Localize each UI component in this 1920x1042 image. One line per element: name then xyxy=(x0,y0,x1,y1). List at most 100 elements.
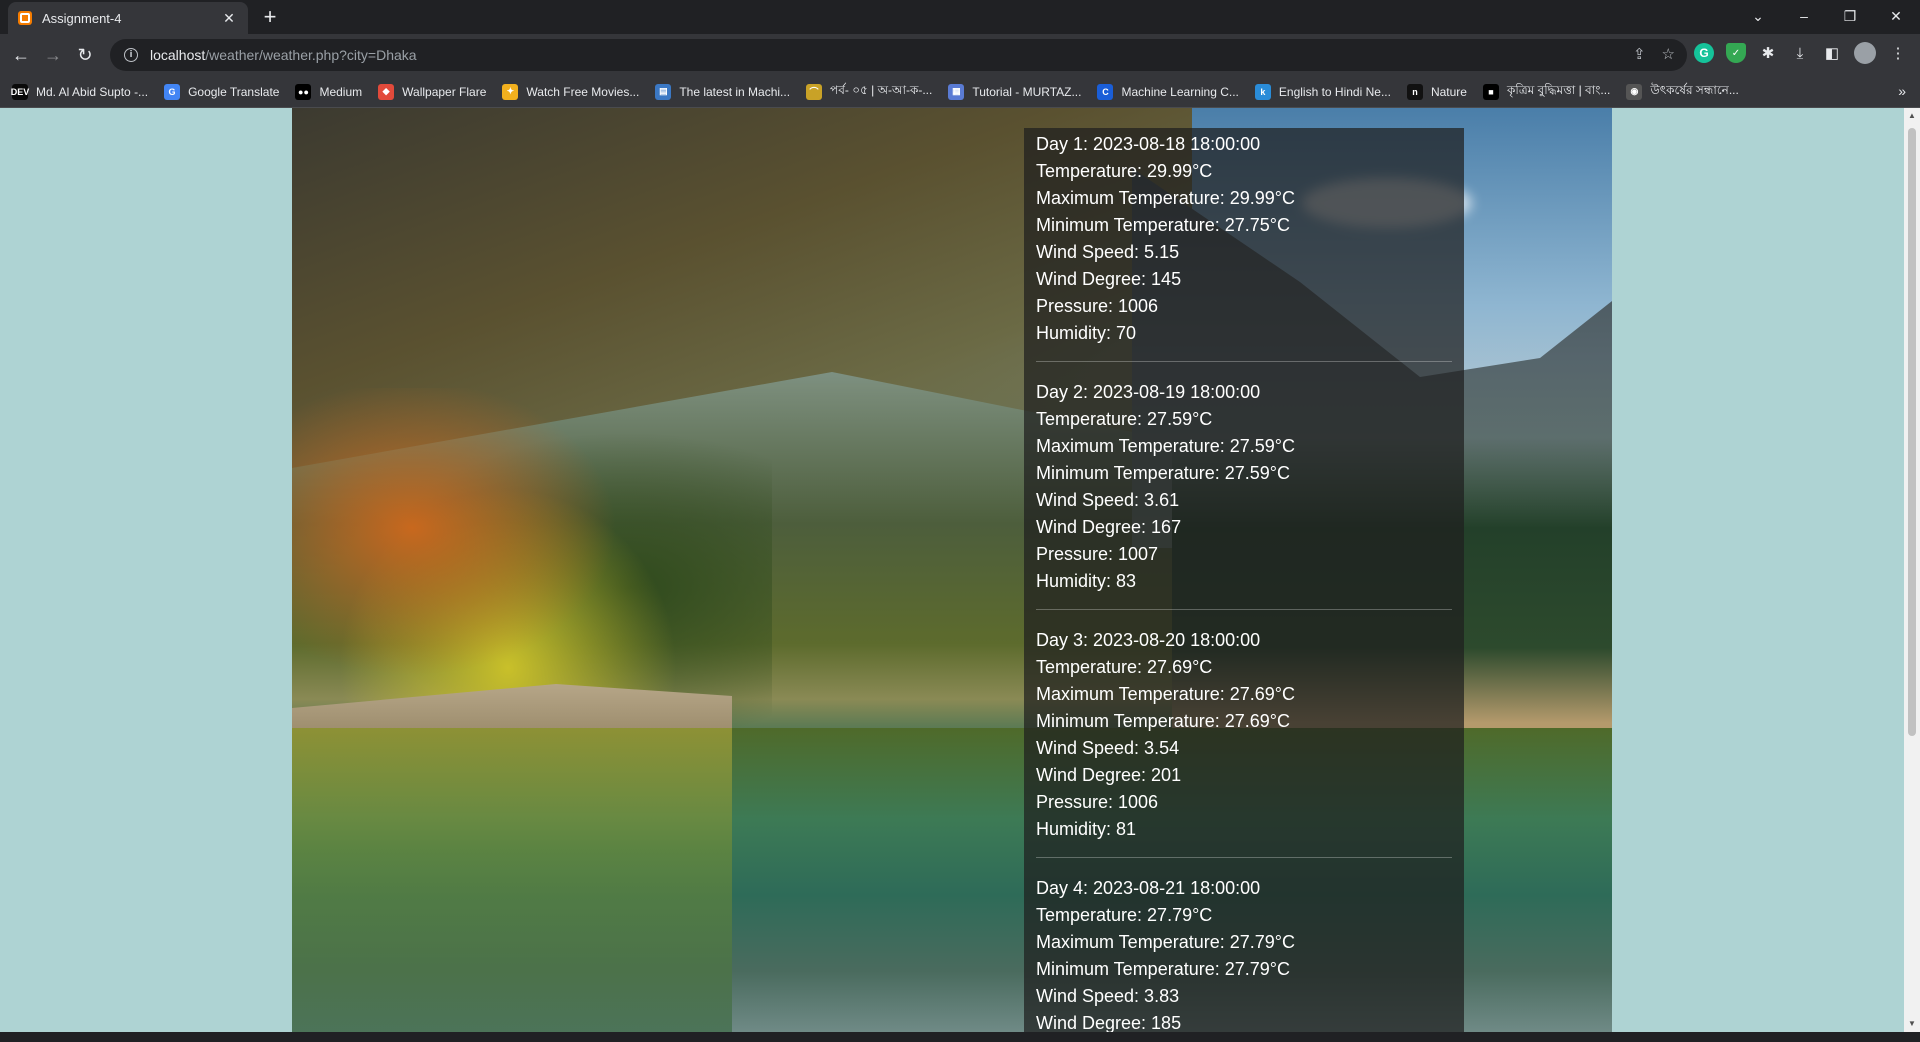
bookmark-item[interactable]: ✦ Watch Free Movies... xyxy=(502,83,640,100)
forecast-humidity: Humidity: 81 xyxy=(1036,819,1137,839)
forecast-temperature: Temperature: 27.79°C xyxy=(1036,905,1213,925)
shield-extension-icon[interactable]: ✓ xyxy=(1726,43,1746,63)
forecast-pressure: Pressure: 1007 xyxy=(1036,544,1159,564)
bookmarks-bar: DEV Md. Al Abid Supto -... G Google Transla… xyxy=(0,76,1920,108)
side-panel-icon[interactable]: ◧ xyxy=(1822,43,1842,63)
reload-button[interactable]: ↻ xyxy=(72,42,98,68)
downloads-icon[interactable]: ⤓ xyxy=(1790,43,1810,63)
scroll-down-arrow-icon[interactable]: ▼ xyxy=(1904,1016,1920,1032)
forecast-temperature: Temperature: 27.69°C xyxy=(1036,657,1213,677)
page-viewport: Day 1: 2023-08-18 18:00:00 Temperature: … xyxy=(0,108,1920,1032)
site-info-icon[interactable]: i xyxy=(124,48,138,62)
forecast-day-2: Day 2: 2023-08-19 18:00:00 Temperature: … xyxy=(1036,376,1452,610)
forecast-humidity: Humidity: 83 xyxy=(1036,571,1137,591)
tab-strip: Assignment-4 ✕ + ⌄ – ❐ ✕ xyxy=(0,0,1920,34)
forward-button[interactable]: → xyxy=(40,42,66,68)
forecast-panel: Day 1: 2023-08-18 18:00:00 Temperature: … xyxy=(1024,128,1464,1032)
xampp-favicon-icon xyxy=(18,11,32,25)
bookmark-label: উৎকর্ষের সন্ধানে... xyxy=(1650,82,1739,97)
browser-menu-icon[interactable]: ⋮ xyxy=(1888,43,1908,63)
forecast-wind-speed: Wind Speed: 5.15 xyxy=(1036,242,1180,262)
bookmarks-overflow-button[interactable]: » xyxy=(1898,83,1906,99)
url-path: /weather/weather.php?city=Dhaka xyxy=(205,47,417,63)
bookmark-item[interactable]: ▦ Tutorial - MURTAZ... xyxy=(948,83,1081,100)
page-scrollbar[interactable]: ▲ ▼ xyxy=(1904,108,1920,1032)
k-icon: k xyxy=(1254,83,1271,100)
extensions-puzzle-icon[interactable]: ✱ xyxy=(1758,43,1778,63)
forecast-day-heading: Day 4: 2023-08-21 18:00:00 xyxy=(1036,878,1261,898)
forecast-min-temperature: Minimum Temperature: 27.79°C xyxy=(1036,959,1290,979)
bookmark-item[interactable]: ◉ উৎকর্ষের সন্ধানে... xyxy=(1626,82,1739,102)
bookmark-item[interactable]: ◆ Wallpaper Flare xyxy=(378,83,486,100)
bookmark-label: Google Translate xyxy=(188,84,280,99)
scrollbar-thumb[interactable] xyxy=(1908,128,1916,736)
forecast-pressure: Pressure: 1006 xyxy=(1036,792,1159,812)
tab-search-button[interactable]: ⌄ xyxy=(1736,2,1780,30)
google-translate-icon: G xyxy=(164,83,181,100)
c-icon: C xyxy=(1097,83,1114,100)
lake-reflection xyxy=(292,728,732,1032)
url-host: localhost xyxy=(150,47,206,63)
back-button[interactable]: ← xyxy=(8,42,34,68)
taskbar-edge xyxy=(0,1032,1920,1042)
bookmark-item[interactable]: ⌒ পর্ব- ০৫ | অ-আ-ক-... xyxy=(806,82,932,102)
dev-icon: DEV xyxy=(11,83,29,100)
page-icon: ▤ xyxy=(655,83,672,100)
forecast-wind-speed: Wind Speed: 3.54 xyxy=(1036,738,1180,758)
bookmark-item[interactable]: DEV Md. Al Abid Supto -... xyxy=(11,83,149,100)
close-window-button[interactable]: ✕ xyxy=(1874,2,1918,30)
forecast-wind-degree: Wind Degree: 185 xyxy=(1036,1013,1182,1032)
minimize-button[interactable]: – xyxy=(1782,2,1826,30)
forecast-day-heading: Day 3: 2023-08-20 18:00:00 xyxy=(1036,630,1261,650)
profile-avatar[interactable] xyxy=(1854,42,1876,64)
forecast-temperature: Temperature: 29.99°C xyxy=(1036,161,1213,181)
forecast-wind-degree: Wind Degree: 145 xyxy=(1036,269,1182,289)
forecast-day-heading: Day 2: 2023-08-19 18:00:00 xyxy=(1036,382,1261,402)
bookmark-label: English to Hindi Ne... xyxy=(1278,84,1391,99)
bookmark-label: Nature xyxy=(1430,84,1467,99)
address-bar[interactable]: i localhost/weather/weather.php?city=Dha… xyxy=(110,39,1687,71)
forecast-wind-speed: Wind Speed: 3.61 xyxy=(1036,490,1180,510)
bookmark-item[interactable]: ▤ The latest in Machi... xyxy=(655,83,791,100)
forecast-max-temperature: Maximum Temperature: 29.99°C xyxy=(1036,188,1295,208)
square-icon: ■ xyxy=(1482,83,1499,100)
lake-landscape-background: Day 1: 2023-08-18 18:00:00 Temperature: … xyxy=(292,108,1612,1032)
forecast-day-4: Day 4: 2023-08-21 18:00:00 Temperature: … xyxy=(1036,872,1452,1032)
browser-toolbar: ← → ↻ i localhost/weather/weather.php?ci… xyxy=(0,34,1920,76)
forecast-day-1: Day 1: 2023-08-18 18:00:00 Temperature: … xyxy=(1036,128,1452,362)
restore-button[interactable]: ❐ xyxy=(1828,2,1872,30)
tab-close-icon[interactable]: ✕ xyxy=(220,10,238,27)
circle-icon: ◉ xyxy=(1626,83,1643,100)
bookmark-label: Watch Free Movies... xyxy=(526,84,640,99)
bookmark-item[interactable]: G Google Translate xyxy=(164,83,280,100)
tutorial-icon: ▦ xyxy=(948,83,965,100)
scroll-up-arrow-icon[interactable]: ▲ xyxy=(1904,108,1920,124)
forecast-max-temperature: Maximum Temperature: 27.59°C xyxy=(1036,436,1295,456)
bookmark-label: Md. Al Abid Supto -... xyxy=(36,84,149,99)
forecast-wind-degree: Wind Degree: 167 xyxy=(1036,517,1182,537)
forecast-temperature: Temperature: 27.59°C xyxy=(1036,409,1213,429)
bookmark-item[interactable]: ■ কৃত্রিম বুদ্ধিমত্তা | বাং... xyxy=(1482,82,1610,102)
share-icon[interactable]: ⇪ xyxy=(1633,45,1646,63)
bookmark-item[interactable]: k English to Hindi Ne... xyxy=(1254,83,1391,100)
popcorn-icon: ✦ xyxy=(502,83,519,100)
bookmark-star-icon[interactable]: ☆ xyxy=(1662,45,1675,63)
bookmark-item[interactable]: C Machine Learning C... xyxy=(1097,83,1239,100)
flame-icon: ◆ xyxy=(378,83,395,100)
nature-icon: n xyxy=(1406,83,1423,100)
grammarly-extension-icon[interactable]: G xyxy=(1694,43,1714,63)
forecast-max-temperature: Maximum Temperature: 27.79°C xyxy=(1036,932,1295,952)
bookmark-item[interactable]: ●● Medium xyxy=(295,83,362,100)
forecast-wind-degree: Wind Degree: 201 xyxy=(1036,765,1182,785)
bookmark-item[interactable]: n Nature xyxy=(1406,83,1467,100)
medium-icon: ●● xyxy=(295,83,312,100)
forecast-min-temperature: Minimum Temperature: 27.69°C xyxy=(1036,711,1290,731)
bird-icon: ⌒ xyxy=(806,83,823,100)
tab-assignment-4[interactable]: Assignment-4 ✕ xyxy=(8,2,248,34)
forecast-min-temperature: Minimum Temperature: 27.59°C xyxy=(1036,463,1290,483)
forecast-min-temperature: Minimum Temperature: 27.75°C xyxy=(1036,215,1290,235)
new-tab-button[interactable]: + xyxy=(258,6,282,30)
bookmark-label: Machine Learning C... xyxy=(1121,84,1239,99)
bookmark-label: The latest in Machi... xyxy=(679,84,791,99)
forecast-day-heading: Day 1: 2023-08-18 18:00:00 xyxy=(1036,134,1261,154)
